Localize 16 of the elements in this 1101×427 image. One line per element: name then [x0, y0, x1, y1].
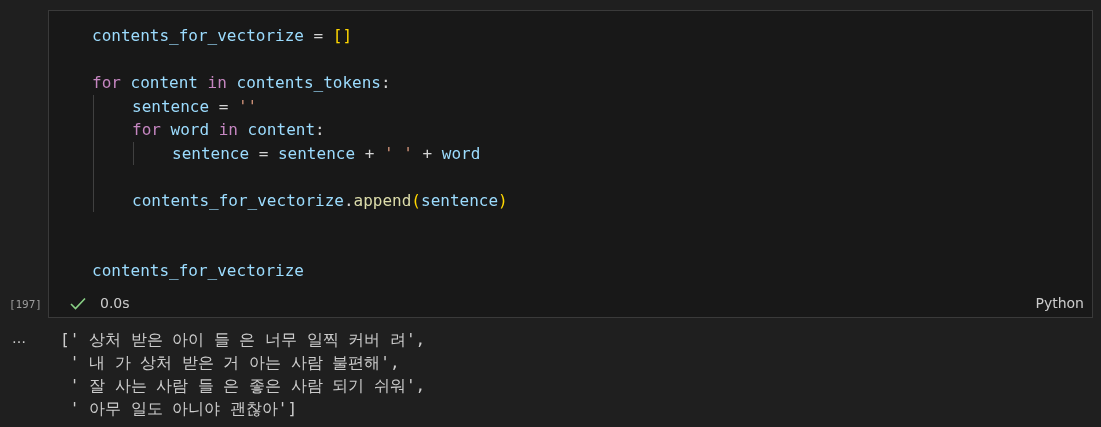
code-line: sentence = '' — [132, 96, 258, 116]
output-line: ' 내 가 상처 받은 거 아는 사람 불편해', — [68, 352, 401, 374]
code-line: contents_for_vectorize.append(sentence) — [132, 190, 508, 210]
output-line: ' 잘 사는 사람 들 은 좋은 사람 되기 쉬워', — [68, 375, 426, 397]
code-line: contents_for_vectorize = [] — [92, 26, 353, 45]
execution-count: [197] — [8, 298, 43, 311]
code-cell[interactable] — [48, 10, 1093, 318]
code-line: sentence = sentence + ' ' + word — [172, 143, 481, 163]
code-line: for content in contents_tokens: — [92, 73, 391, 92]
language-label[interactable]: Python — [1035, 295, 1084, 311]
execution-time: 0.0s — [100, 295, 130, 311]
output-line: [' 상처 받은 아이 들 은 너무 일찍 커버 려', — [60, 329, 426, 351]
output-line: ' 아무 일도 아니야 괜찮아'] — [68, 398, 299, 420]
more-actions-button[interactable]: … — [12, 330, 26, 346]
code-line: for word in content: — [132, 120, 325, 139]
code-line: contents_for_vectorize — [92, 261, 304, 280]
